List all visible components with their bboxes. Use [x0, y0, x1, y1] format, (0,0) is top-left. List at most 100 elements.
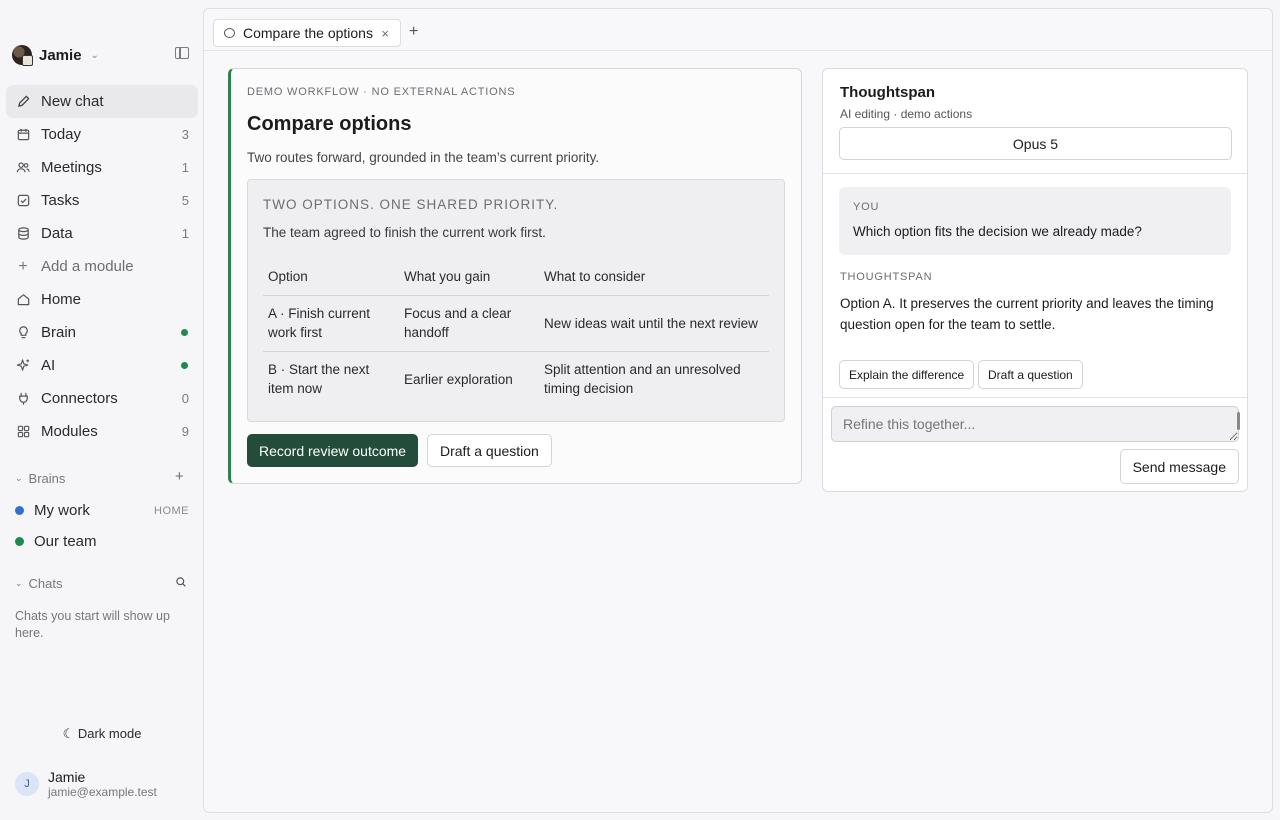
- chevron-down-icon: ⌄: [90, 49, 99, 61]
- nav-add-module[interactable]: + Add a module: [6, 250, 198, 283]
- table-row: B · Start the next item now Earlier expl…: [263, 351, 769, 407]
- record-review-outcome-button[interactable]: Record review outcome: [247, 434, 419, 467]
- comparison-box: TWO OPTIONS. ONE SHARED PRIORITY. The te…: [247, 179, 785, 422]
- nav-label: Tasks: [41, 192, 80, 209]
- message-author: YOU: [853, 201, 880, 213]
- new-tab-icon[interactable]: +: [409, 23, 418, 41]
- chats-section-toggle[interactable]: ⌄ Chats: [15, 576, 63, 591]
- assistant-subtitle: AI editing · demo actions: [840, 107, 973, 121]
- dark-mode-label: Dark mode: [77, 726, 142, 741]
- avatar: J: [15, 772, 39, 796]
- table-cell: A · Finish current work first: [263, 295, 399, 352]
- nav-modules[interactable]: Modules 9: [6, 415, 198, 448]
- table-header-row: Option What you gain What to consider: [263, 258, 769, 296]
- nav-label: Brain: [41, 324, 77, 341]
- brain-label: My work: [34, 502, 90, 519]
- nav-label: AI: [41, 357, 56, 374]
- divider: [823, 173, 1247, 174]
- nav-count: 3: [181, 127, 189, 142]
- calendar-icon: [15, 127, 31, 143]
- table-cell: Focus and a clear handoff: [399, 295, 539, 352]
- card-subtitle: Two routes forward, grounded in the team…: [247, 150, 600, 165]
- send-message-button[interactable]: Send message: [1119, 449, 1239, 484]
- brain-color-dot: [15, 506, 24, 515]
- tab-bar: Compare the options × +: [204, 9, 1272, 51]
- add-brain-icon[interactable]: +: [175, 468, 184, 485]
- nav-data[interactable]: Data 1: [6, 217, 198, 250]
- explain-difference-chip[interactable]: Explain the difference: [839, 360, 975, 389]
- nav-label: Data: [41, 225, 73, 242]
- nav-count: 9: [181, 424, 189, 439]
- nav-label: Modules: [41, 423, 98, 440]
- message-text: Which option fits the decision we alread…: [853, 224, 1142, 239]
- plus-icon: +: [18, 257, 28, 275]
- input-scrollbar[interactable]: [1237, 412, 1240, 430]
- database-icon: [15, 226, 31, 242]
- plug-icon: [15, 391, 31, 407]
- sidebar-nav: New chat Today 3 Meetings 1 Tasks 5 Data…: [6, 85, 198, 448]
- sparkle-icon: [15, 358, 31, 374]
- reply-author: THOUGHTSPAN: [840, 271, 933, 283]
- table-row: A · Finish current work first Focus and …: [263, 295, 769, 352]
- card-eyebrow: DEMO WORKFLOW · NO EXTERNAL ACTIONS: [247, 86, 516, 98]
- nav-ai[interactable]: AI: [6, 349, 198, 382]
- people-icon: [15, 160, 31, 176]
- assistant-panel: Thoughtspan AI editing · demo actions Op…: [822, 68, 1248, 492]
- nav-count: 0: [181, 391, 189, 406]
- nav-label: Add a module: [41, 258, 134, 275]
- user-email: jamie@example.test: [48, 785, 157, 799]
- reply-text: Option A. It preserves the current prior…: [840, 296, 1214, 332]
- chevron-down-icon: ⌄: [15, 578, 23, 588]
- table-cell: Split attention and an unresolved timing…: [544, 362, 741, 397]
- dark-mode-toggle[interactable]: ☾ Dark mode: [0, 726, 204, 742]
- table-cell: Earlier exploration: [404, 371, 513, 387]
- nav-count: 1: [181, 226, 189, 241]
- nav-brain[interactable]: Brain: [6, 316, 198, 349]
- refine-input[interactable]: [831, 406, 1239, 442]
- account-switcher[interactable]: Jamie ⌄: [12, 45, 99, 66]
- nav-meetings[interactable]: Meetings 1: [6, 151, 198, 184]
- comparison-heading: TWO OPTIONS. ONE SHARED PRIORITY.: [263, 197, 559, 212]
- nav-connectors[interactable]: Connectors 0: [6, 382, 198, 415]
- nav-new-chat[interactable]: New chat: [6, 85, 198, 118]
- brain-label: Our team: [34, 533, 97, 550]
- column-header: Option: [263, 258, 399, 296]
- nav-count: 1: [181, 160, 189, 175]
- grid-icon: [15, 424, 31, 440]
- status-dot: [181, 329, 188, 336]
- brain-our-team[interactable]: Our team: [15, 533, 189, 550]
- nav-tasks[interactable]: Tasks 5: [6, 184, 198, 217]
- nav-count: 5: [181, 193, 189, 208]
- draft-question-chip[interactable]: Draft a question: [978, 360, 1083, 389]
- nav-home[interactable]: Home: [6, 283, 198, 316]
- tab-label: Compare the options: [243, 25, 373, 41]
- user-message: YOU Which option fits the decision we al…: [839, 187, 1231, 255]
- draft-question-button[interactable]: Draft a question: [427, 434, 552, 467]
- account-avatar: [12, 45, 33, 66]
- checkbox-icon: [15, 193, 31, 209]
- nav-today[interactable]: Today 3: [6, 118, 198, 151]
- pencil-icon: [15, 94, 31, 110]
- chat-bubble-icon: [224, 28, 235, 38]
- search-icon[interactable]: [175, 575, 187, 593]
- sidebar: Jamie ⌄ New chat Today 3 Meetings 1 Task…: [0, 0, 204, 820]
- column-header: What to consider: [539, 258, 769, 296]
- nav-label: Home: [41, 291, 82, 308]
- nav-label: Connectors: [41, 390, 118, 407]
- home-badge: HOME: [154, 504, 189, 517]
- brains-header: Brains: [28, 471, 66, 486]
- sidebar-toggle-icon[interactable]: [175, 47, 189, 59]
- assistant-title: Thoughtspan: [840, 84, 935, 101]
- user-profile[interactable]: J Jamie jamie@example.test: [15, 769, 157, 799]
- home-icon: [15, 292, 31, 308]
- comparison-table: Option What you gain What to consider A …: [263, 258, 769, 407]
- column-header: What you gain: [399, 258, 539, 296]
- user-name: Jamie: [48, 769, 86, 785]
- close-icon[interactable]: ×: [381, 26, 389, 41]
- lightbulb-icon: [15, 325, 31, 341]
- brain-my-work[interactable]: My work HOME: [15, 502, 189, 519]
- model-selector[interactable]: Opus 5: [839, 127, 1232, 160]
- brains-section-toggle[interactable]: ⌄ Brains: [15, 471, 65, 486]
- nav-label: Today: [41, 126, 82, 143]
- tab-compare-options[interactable]: Compare the options ×: [213, 19, 401, 47]
